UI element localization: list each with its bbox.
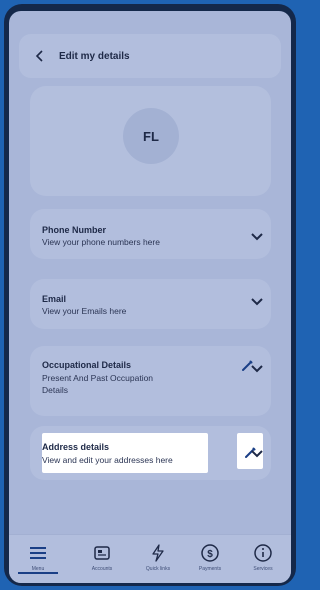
quick-links-icon — [147, 543, 169, 563]
avatar-initials: FL — [143, 128, 159, 144]
email-card[interactable]: Email View your Emails here — [30, 279, 271, 329]
card-title: Email — [42, 294, 67, 304]
chevron-down-icon[interactable] — [251, 229, 263, 241]
active-tab-indicator — [18, 572, 58, 574]
card-title: Phone Number — [42, 225, 107, 235]
card-title: Address details — [42, 442, 110, 452]
svg-text:$: $ — [207, 549, 213, 560]
card-subtitle: View your phone numbers here — [42, 237, 160, 247]
card-subtitle: View your Emails here — [42, 306, 127, 316]
nav-item-quick-links[interactable]: Quick links — [132, 535, 184, 583]
nav-item-payments[interactable]: $ Payments — [184, 535, 236, 583]
highlight-region — [42, 433, 208, 473]
address-details-card[interactable]: Address details View and edit your addre… — [30, 426, 271, 480]
app-screen: Edit my details FL Phone Number View you… — [9, 11, 291, 583]
nav-label: Services — [253, 566, 273, 572]
back-arrow-icon[interactable] — [35, 49, 49, 63]
page-title: Edit my details — [59, 50, 130, 62]
nav-label: Quick links — [145, 566, 171, 572]
payments-icon: $ — [199, 543, 221, 563]
bottom-nav: Menu Accounts Quick links $ Payments Ser… — [9, 534, 291, 583]
accounts-icon — [91, 543, 113, 563]
chevron-down-icon[interactable] — [251, 446, 263, 458]
nav-item-menu[interactable]: Menu — [12, 535, 64, 583]
nav-item-accounts[interactable]: Accounts — [76, 535, 128, 583]
header-bar: Edit my details — [19, 34, 281, 78]
services-icon — [252, 543, 274, 563]
chevron-down-icon[interactable] — [251, 361, 263, 373]
card-subtitle: View and edit your addresses here — [42, 455, 173, 465]
menu-icon — [27, 543, 49, 563]
nav-item-services[interactable]: Services — [237, 535, 289, 583]
nav-label: Accounts — [91, 566, 113, 572]
occupational-details-card[interactable]: Occupational Details Present And Past Oc… — [30, 346, 271, 416]
card-title: Occupational Details — [42, 360, 132, 370]
profile-card: FL — [30, 86, 271, 196]
chevron-down-icon[interactable] — [251, 294, 263, 306]
avatar[interactable]: FL — [123, 108, 179, 164]
nav-label: Payments — [198, 566, 222, 572]
phone-number-card[interactable]: Phone Number View your phone numbers her… — [30, 209, 271, 259]
card-subtitle-line2: Details — [42, 385, 68, 395]
card-subtitle-line1: Present And Past Occupation — [42, 373, 154, 383]
